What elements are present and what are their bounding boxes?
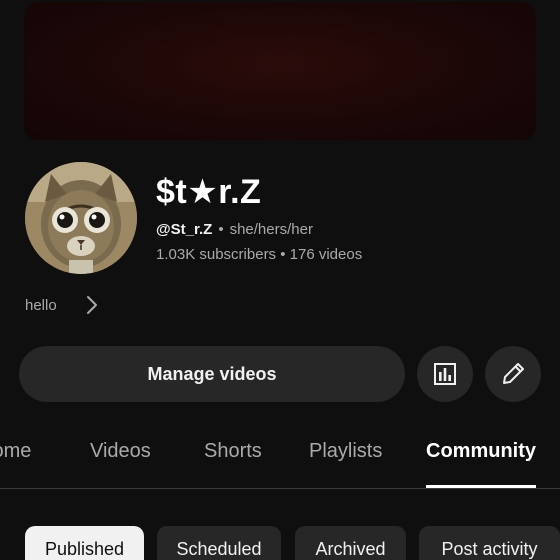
analytics-button[interactable]	[417, 346, 473, 402]
tab-community[interactable]: Community	[426, 440, 536, 463]
channel-page: $t★r.Z @St_r.Z • she/hers/her 1.03K subscr…	[0, 0, 560, 560]
chip-post-activity[interactable]: Post activity	[419, 526, 560, 560]
separator-dot: •	[218, 221, 224, 238]
description-text: hello	[25, 296, 57, 314]
pronouns: she/hers/her	[229, 221, 313, 238]
channel-banner[interactable]	[24, 2, 536, 140]
channel-stats: 1.03K subscribers • 176 videos	[156, 246, 363, 263]
tabs-divider	[0, 488, 560, 489]
edit-channel-button[interactable]	[485, 346, 541, 402]
tab-videos[interactable]: Videos	[90, 440, 151, 463]
channel-name: $t★r.Z	[156, 173, 262, 211]
chevron-right-icon	[86, 296, 97, 314]
tab-playlists[interactable]: Playlists	[309, 440, 382, 463]
tab-home[interactable]: Home	[0, 440, 38, 463]
chip-scheduled[interactable]: Scheduled	[157, 526, 281, 560]
cat-avatar-image	[25, 162, 137, 274]
chip-published[interactable]: Published	[25, 526, 144, 560]
tab-shorts[interactable]: Shorts	[204, 440, 262, 463]
bar-chart-icon	[434, 363, 456, 385]
handle-row: @St_r.Z • she/hers/her	[156, 221, 313, 238]
chip-archived[interactable]: Archived	[295, 526, 406, 560]
pencil-icon	[503, 363, 524, 384]
channel-avatar[interactable]	[25, 162, 137, 274]
channel-description-link[interactable]: hello	[25, 293, 99, 317]
manage-videos-button[interactable]: Manage videos	[19, 346, 405, 402]
channel-tabs: Home Videos Shorts Playlists Community	[0, 428, 560, 488]
channel-handle: @St_r.Z	[156, 221, 213, 238]
